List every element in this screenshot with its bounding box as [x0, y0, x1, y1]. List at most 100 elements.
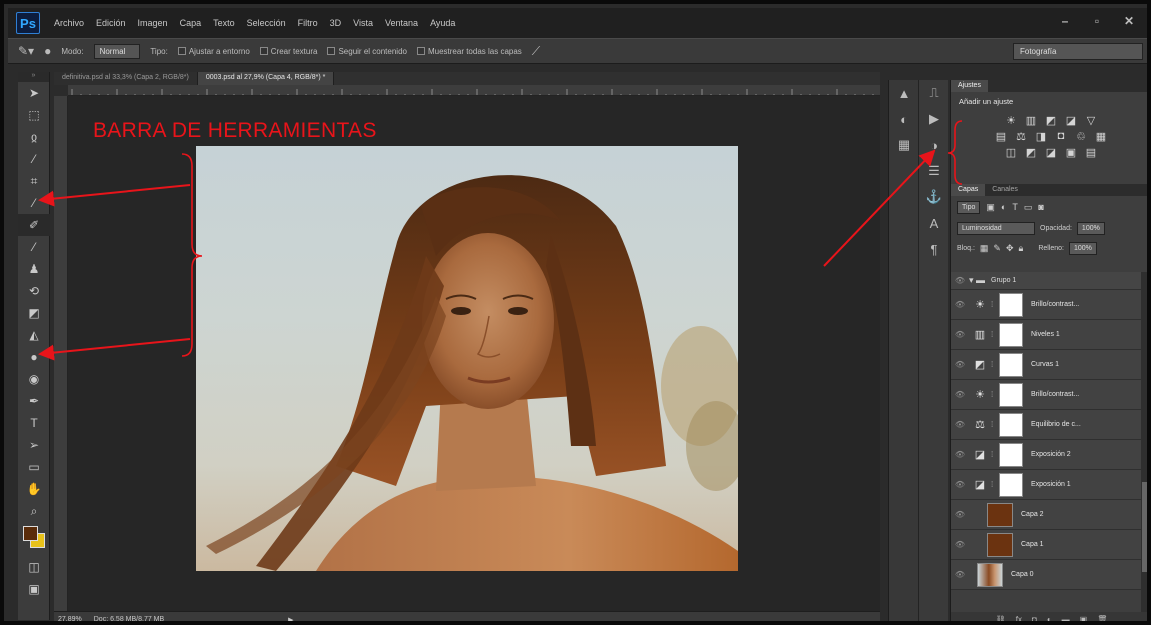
levels-icon[interactable]: ▥	[1025, 114, 1037, 127]
type-tool-icon[interactable]: T	[18, 412, 50, 434]
move-tool-icon[interactable]: ➤	[18, 82, 50, 104]
menu-ayuda[interactable]: Ayuda	[430, 18, 455, 28]
hue-saturation-icon[interactable]: ▤	[995, 130, 1007, 143]
brush-size-icon[interactable]: ●	[44, 44, 51, 58]
restore-button[interactable]: ▫	[1089, 14, 1105, 28]
lock-all-icon[interactable]: 🔒︎	[1019, 243, 1024, 254]
eraser-tool-icon[interactable]: ◩	[18, 302, 50, 324]
layer-thumbnail[interactable]	[977, 562, 1003, 587]
blend-mode-select[interactable]: Luminosidad	[957, 221, 1035, 235]
add-mask-icon[interactable]: ◘	[1032, 615, 1037, 621]
mask-link-icon[interactable]: ⁞	[991, 300, 999, 309]
layer-style-icon[interactable]: fx	[1016, 615, 1022, 621]
new-group-icon[interactable]: ▬	[1062, 615, 1070, 621]
layer-mask-thumbnail[interactable]	[999, 412, 1023, 437]
history-panel-icon[interactable]: ⎍	[919, 80, 949, 106]
layer-mask-thumbnail[interactable]	[999, 292, 1023, 317]
layer-row[interactable]: 👁︎ ▥ ⁞ Niveles 1	[951, 320, 1141, 350]
visibility-eye-icon[interactable]: 👁︎	[951, 510, 969, 519]
new-adjustment-icon[interactable]: ◐	[1047, 615, 1052, 621]
visibility-eye-icon[interactable]: 👁︎	[951, 390, 969, 399]
crop-tool-icon[interactable]: ⌗	[18, 170, 50, 192]
layer-row[interactable]: 👁︎ Capa 0	[951, 560, 1141, 590]
lasso-tool-icon[interactable]: ჲ	[18, 126, 50, 148]
mask-link-icon[interactable]: ⁞	[991, 450, 999, 459]
channel-mixer-icon[interactable]: ♲	[1075, 130, 1087, 143]
document-photo[interactable]	[196, 146, 738, 571]
layer-mask-thumbnail[interactable]	[999, 472, 1023, 497]
info-panel-icon[interactable]: ◐	[889, 106, 919, 132]
sample-all-layers-option[interactable]: Muestrear todas las capas	[416, 47, 522, 56]
layer-thumbnail[interactable]	[987, 502, 1013, 527]
black-white-icon[interactable]: ◨	[1035, 130, 1047, 143]
brush-tool-preset-icon[interactable]: ✎▾	[18, 44, 34, 58]
foreground-color-swatch[interactable]	[23, 526, 38, 541]
adjustments-panel-icon[interactable]: ◑	[919, 132, 949, 158]
proximity-match-option[interactable]: Ajustar a entorno	[177, 47, 250, 56]
gradient-map-icon[interactable]: ▣	[1065, 146, 1077, 159]
layer-row[interactable]: 👁︎ ◪ ⁞ Exposición 1	[951, 470, 1141, 500]
layer-row[interactable]: 👁︎ Capa 2	[951, 500, 1141, 530]
delete-layer-icon[interactable]: 🗑︎	[1097, 615, 1107, 621]
visibility-eye-icon[interactable]: 👁︎	[951, 300, 969, 309]
selective-color-icon[interactable]: ▤	[1085, 146, 1097, 159]
blur-tool-icon[interactable]: ●	[18, 346, 50, 368]
tab-ajustes[interactable]: Ajustes	[951, 80, 988, 92]
menu-capa[interactable]: Capa	[180, 18, 202, 28]
mask-link-icon[interactable]: ⁞	[991, 390, 999, 399]
pressure-size-icon[interactable]: ⟋	[532, 44, 540, 59]
pen-tool-icon[interactable]: ✒	[18, 390, 50, 412]
photo-filter-icon[interactable]: ◘	[1055, 130, 1067, 143]
quick-mask-icon[interactable]: ◫	[18, 556, 50, 578]
properties-panel-icon[interactable]: ☰	[919, 158, 949, 184]
layer-mask-thumbnail[interactable]	[999, 382, 1023, 407]
tab-definitiva[interactable]: definitiva.psd al 33,3% (Capa 2, RGB/8*)	[54, 72, 198, 85]
visibility-eye-icon[interactable]: 👁︎	[951, 450, 969, 459]
opacity-input[interactable]: 100%	[1076, 221, 1105, 235]
brush-tool-icon[interactable]: ⁄	[18, 236, 50, 258]
paragraph-panel-icon[interactable]: ¶	[919, 236, 949, 262]
mask-link-icon[interactable]: ⁞	[991, 360, 999, 369]
vibrance-icon[interactable]: ▽	[1085, 114, 1097, 127]
document-size-info[interactable]: Doc: 6,58 MB/8,77 MB	[94, 616, 164, 621]
create-texture-option[interactable]: Crear textura	[259, 47, 317, 56]
status-menu-arrow-icon[interactable]: ▶	[288, 616, 293, 622]
visibility-eye-icon[interactable]: 👁︎	[951, 540, 969, 549]
layer-group-row[interactable]: 👁︎ ▾ ▬ Grupo 1	[951, 272, 1141, 290]
canvas-area[interactable]	[68, 96, 880, 611]
visibility-eye-icon[interactable]: 👁︎	[951, 420, 969, 429]
lock-image-icon[interactable]: ✎	[993, 243, 1001, 254]
filter-smart-icon[interactable]: ◙	[1038, 202, 1043, 212]
mask-link-icon[interactable]: ⁞	[991, 330, 999, 339]
exposure-icon[interactable]: ◪	[1065, 114, 1077, 127]
new-layer-icon[interactable]: ▣	[1080, 615, 1088, 621]
tab-capas[interactable]: Capas	[951, 184, 986, 196]
curves-icon[interactable]: ◩	[1045, 114, 1057, 127]
color-lookup-icon[interactable]: ▦	[1095, 130, 1107, 143]
zoom-tool-icon[interactable]: ⌕	[18, 500, 50, 522]
menu-archivo[interactable]: Archivo	[54, 18, 84, 28]
styles-panel-icon[interactable]: ⚓	[919, 184, 949, 210]
layer-row[interactable]: 👁︎ ◪ ⁞ Exposición 2	[951, 440, 1141, 470]
rectangle-tool-icon[interactable]: ▭	[18, 456, 50, 478]
visibility-eye-icon[interactable]: 👁︎	[951, 276, 969, 285]
close-button[interactable]: ✕	[1121, 14, 1137, 28]
character-panel-icon[interactable]: A	[919, 210, 949, 236]
layer-mask-thumbnail[interactable]	[999, 322, 1023, 347]
visibility-eye-icon[interactable]: 👁︎	[951, 570, 969, 579]
visibility-eye-icon[interactable]: 👁︎	[951, 360, 969, 369]
layers-scroll-thumb[interactable]	[1142, 482, 1147, 572]
eyedropper-tool-icon[interactable]: ⁄	[18, 192, 50, 214]
link-layers-icon[interactable]: ⛓	[996, 615, 1006, 621]
menu-vista[interactable]: Vista	[353, 18, 373, 28]
layers-scrollbar[interactable]	[1141, 272, 1147, 612]
screen-mode-icon[interactable]: ▣	[18, 578, 50, 600]
mask-link-icon[interactable]: ⁞	[991, 420, 999, 429]
menu-edicion[interactable]: Edición	[96, 18, 126, 28]
layer-row[interactable]: 👁︎ ☀ ⁞ Brillo/contrast...	[951, 290, 1141, 320]
layer-filter-select[interactable]: Tipo	[957, 200, 981, 214]
layer-mask-thumbnail[interactable]	[999, 442, 1023, 467]
quick-selection-tool-icon[interactable]: ⁄	[18, 148, 50, 170]
zoom-value[interactable]: 27,89%	[58, 616, 82, 621]
menu-imagen[interactable]: Imagen	[138, 18, 168, 28]
